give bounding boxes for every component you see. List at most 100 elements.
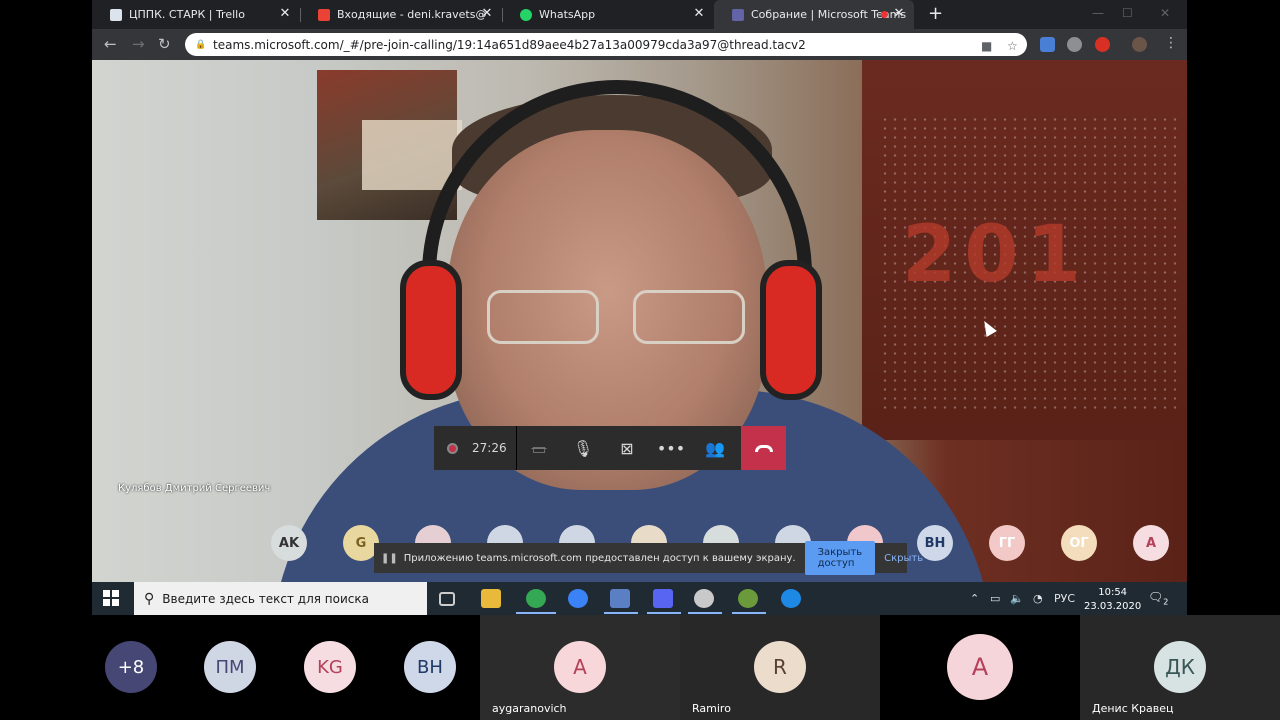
participant-tile[interactable]: ДК Денис Кравец: [1080, 615, 1280, 720]
participant-name: aygaranovich: [492, 702, 567, 715]
participant-tile[interactable]: A aygaranovich: [480, 615, 680, 720]
tab-title: Собрание | Microsoft Teams: [751, 8, 907, 21]
star-icon[interactable]: ☆: [1007, 39, 1018, 53]
participant-avatar: R: [754, 641, 806, 693]
tab-bar: ЦППК. СТАРК | Trello ✕ Входящие - deni.k…: [92, 0, 1187, 29]
recording-dot-icon: [881, 11, 888, 18]
minimize-icon[interactable]: —: [1092, 6, 1104, 20]
back-icon[interactable]: ←: [104, 36, 117, 52]
windows-taskbar: ⚲ Введите здесь текст для поиска ⌃ ▭ 🔈 ◔…: [92, 582, 1187, 615]
participant-avatar: ДК: [1154, 641, 1206, 693]
mic-button[interactable]: 🎙: [561, 426, 605, 470]
file-explorer-icon[interactable]: [481, 589, 501, 608]
mic-icon: 🎙: [572, 438, 594, 458]
trello-icon: [110, 8, 122, 21]
extension-icon[interactable]: [1067, 37, 1082, 52]
edge-icon[interactable]: [781, 589, 801, 608]
camera-off-button[interactable]: ▭: [517, 426, 561, 470]
url-text: teams.microsoft.com/_#/pre-join-calling/…: [213, 37, 806, 52]
volume-icon[interactable]: 🔈: [1010, 592, 1024, 605]
windows-start-icon[interactable]: [103, 590, 119, 606]
clock[interactable]: 10:54 23.03.2020: [1084, 586, 1141, 614]
language-indicator[interactable]: РУС: [1054, 592, 1075, 605]
new-tab-icon[interactable]: +: [928, 3, 943, 24]
lock-icon: 🔒: [195, 39, 207, 50]
hide-link[interactable]: Скрыть: [884, 553, 923, 564]
call-timer: 27:26: [472, 441, 507, 455]
more-actions-button[interactable]: •••: [649, 426, 693, 470]
date: 23.03.2020: [1084, 601, 1142, 612]
taskbar-search[interactable]: ⚲ Введите здесь текст для поиска: [134, 582, 427, 615]
participant-avatar[interactable]: KG: [304, 641, 356, 693]
stop-share-icon: ⊠: [620, 438, 634, 458]
notification-count: 2: [1163, 597, 1169, 607]
search-placeholder: Введите здесь текст для поиска: [162, 591, 369, 606]
menu-icon[interactable]: ⋮: [1164, 35, 1178, 51]
participant-avatar[interactable]: ГГ: [989, 525, 1025, 561]
video-feed: 201 Кулябов Дмитрий Сергеевич 27:26 ▭ 🎙 …: [92, 60, 1187, 582]
window-close-icon[interactable]: ✕: [1160, 6, 1170, 20]
camera-icon[interactable]: ■: [981, 39, 992, 53]
address-bar-row: ← → ↻ 🔒 teams.microsoft.com/_#/pre-join-…: [92, 29, 1187, 60]
app-icon[interactable]: [568, 589, 588, 608]
tab-whatsapp[interactable]: WhatsApp ✕: [502, 0, 714, 29]
forward-icon[interactable]: →: [132, 36, 145, 52]
profile-avatar[interactable]: [1132, 37, 1147, 52]
speaker-name: Кулябов Дмитрий Сергеевич: [118, 483, 271, 494]
time: 10:54: [1098, 587, 1128, 598]
participant-avatar[interactable]: AK: [271, 525, 307, 561]
battery-icon[interactable]: ▭: [990, 592, 1000, 605]
url-field[interactable]: 🔒 teams.microsoft.com/_#/pre-join-callin…: [185, 33, 1027, 56]
calendar-poster: 201: [862, 60, 1187, 440]
teams-gallery: +8 ПМ KG ВН A aygaranovich R Ramiro A ДК…: [0, 615, 1280, 720]
participant-name: Ramiro: [692, 702, 731, 715]
glasses: [487, 290, 747, 346]
tab-title: Входящие - deni.kravets@gmail.: [337, 8, 487, 21]
participant-avatar[interactable]: ОГ: [1061, 525, 1097, 561]
close-icon[interactable]: ✕: [480, 7, 494, 21]
participant-avatar: A: [554, 641, 606, 693]
more-icon: •••: [656, 438, 686, 458]
task-view-icon[interactable]: [439, 592, 455, 606]
reload-icon[interactable]: ↻: [158, 36, 171, 52]
notifications-icon[interactable]: 🗨2: [1148, 590, 1168, 606]
tab-title: ЦППК. СТАРК | Trello: [129, 8, 245, 21]
tab-teams[interactable]: Собрание | Microsoft Teams ✕: [714, 0, 914, 29]
record-icon: [447, 442, 458, 454]
hang-up-button[interactable]: [741, 426, 786, 470]
maximize-icon[interactable]: ☐: [1122, 6, 1133, 20]
participant-avatar: A: [947, 634, 1013, 700]
chrome-icon[interactable]: [526, 589, 546, 608]
tab-trello[interactable]: ЦППК. СТАРК | Trello ✕: [92, 0, 301, 29]
participant-avatar[interactable]: ПМ: [204, 641, 256, 693]
wifi-icon[interactable]: ◔: [1033, 592, 1043, 605]
participant-avatar[interactable]: А: [1133, 525, 1169, 561]
app-icon[interactable]: [610, 589, 630, 608]
participants-icon: 👥: [705, 438, 725, 458]
close-icon[interactable]: ✕: [892, 7, 906, 21]
share-screen-button[interactable]: ⊠: [605, 426, 649, 470]
participant-tile[interactable]: A: [880, 615, 1080, 720]
participant-tile[interactable]: R Ramiro: [680, 615, 880, 720]
discord-icon[interactable]: [653, 589, 673, 608]
pause-icon: ❚❚: [381, 552, 398, 564]
app-icon[interactable]: [694, 589, 714, 608]
adblock-icon[interactable]: [1095, 37, 1110, 52]
participants-button[interactable]: 👥: [693, 426, 737, 470]
gmail-icon: [318, 8, 330, 21]
tab-title: WhatsApp: [539, 8, 596, 21]
more-participants-button[interactable]: +8: [105, 641, 157, 693]
tab-gmail[interactable]: Входящие - deni.kravets@gmail. ✕: [300, 0, 503, 29]
camera-off-icon: ▭: [531, 438, 547, 458]
translate-extension-icon[interactable]: [1040, 37, 1055, 52]
show-hidden-icons-icon[interactable]: ⌃: [970, 592, 979, 605]
close-icon[interactable]: ✕: [278, 7, 292, 21]
screen-share-notification: ❚❚ Приложению teams.microsoft.com предос…: [374, 541, 923, 575]
call-controls: 27:26 ▭ 🎙 ⊠ ••• 👥: [434, 426, 786, 470]
participant-avatar[interactable]: ВН: [404, 641, 456, 693]
app-icon[interactable]: [738, 589, 758, 608]
close-icon[interactable]: ✕: [692, 7, 706, 21]
stop-sharing-button[interactable]: Закрыть доступ: [804, 541, 876, 575]
participant-name: Денис Кравец: [1092, 702, 1174, 715]
search-icon: ⚲: [144, 590, 155, 607]
